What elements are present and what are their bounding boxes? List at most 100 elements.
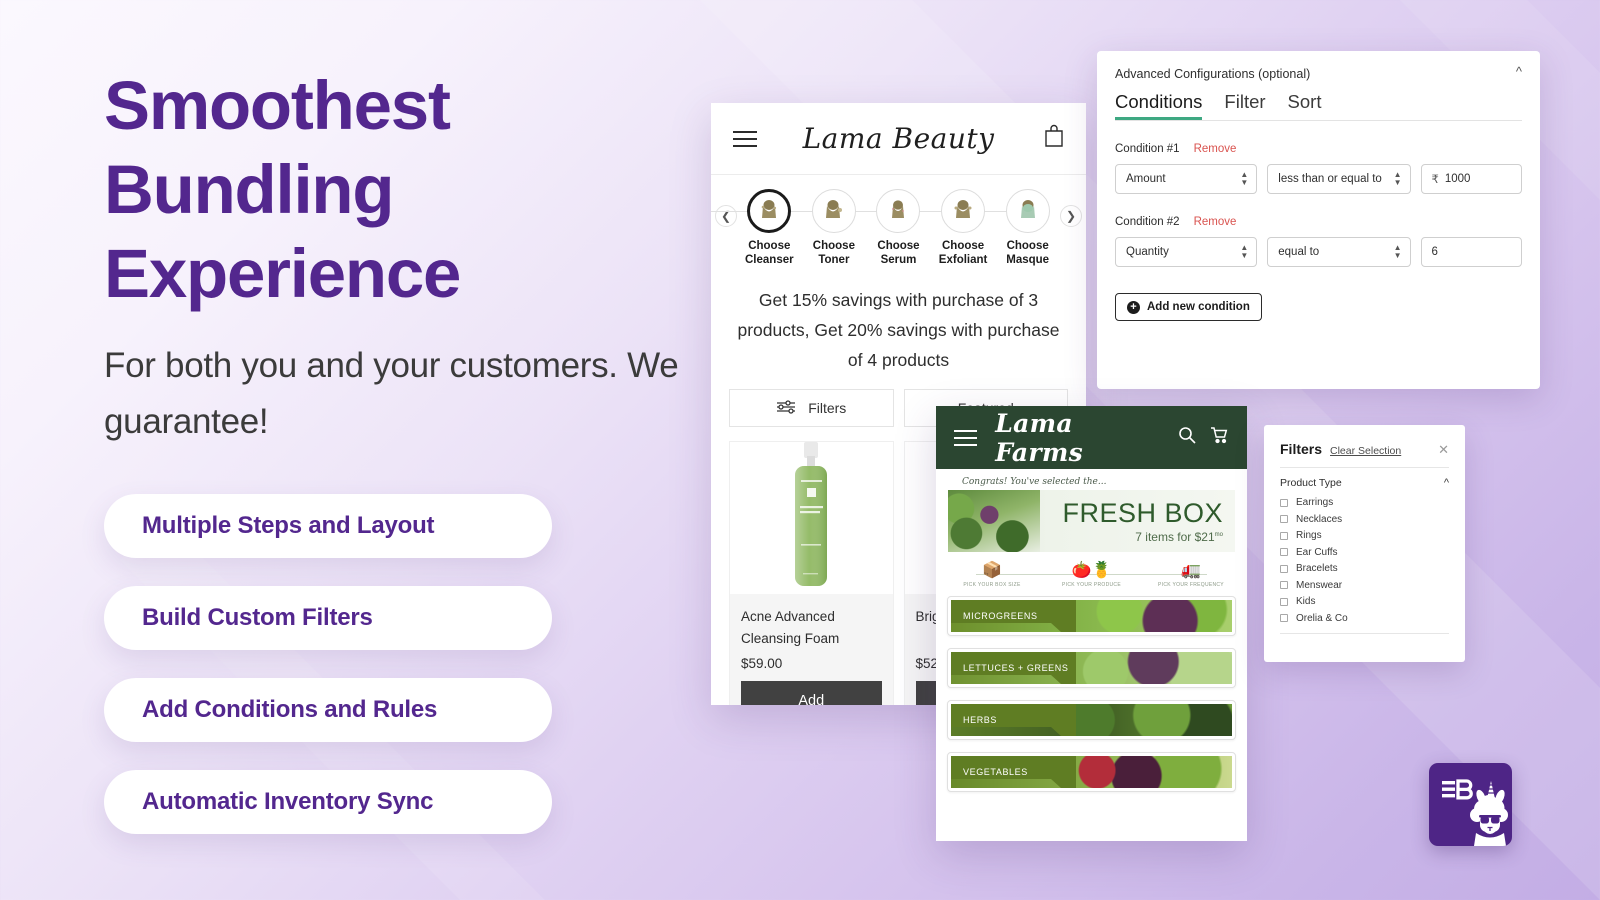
condition-label: Condition #1: [1115, 143, 1180, 155]
product-image: [730, 442, 893, 594]
pick-produce-step[interactable]: 🍅🍍 PICK YOUR PRODUCE: [1052, 562, 1132, 588]
filter-option-rings[interactable]: Rings: [1280, 530, 1449, 541]
checkbox[interactable]: [1280, 531, 1288, 540]
filter-option-bracelets[interactable]: Bracelets: [1280, 563, 1449, 574]
farms-store-header: Lama Farms: [936, 406, 1247, 469]
feature-pill-multiple-steps[interactable]: Multiple Steps and Layout: [104, 494, 552, 558]
hamburger-icon[interactable]: [954, 425, 978, 451]
step-choose-toner[interactable]: Choose Toner: [769, 189, 867, 267]
category-card-herbs[interactable]: HERBS: [947, 700, 1236, 740]
step-choose-exfoliant[interactable]: Choose Exfoliant: [898, 189, 996, 267]
feature-pill-custom-filters[interactable]: Build Custom Filters: [104, 586, 552, 650]
condition-header: Condition #1 Remove: [1115, 143, 1522, 155]
chevron-up-icon[interactable]: ^: [1516, 65, 1522, 78]
sliders-icon: [776, 399, 796, 418]
advanced-configurations-panel: Advanced Configurations (optional) ^ Con…: [1097, 51, 1540, 389]
divider: [1280, 467, 1449, 468]
produce-icon: 🍅🍍: [1071, 562, 1112, 579]
filter-option-ear-cuffs[interactable]: Ear Cuffs: [1280, 547, 1449, 558]
feature-pill-conditions-rules[interactable]: Add Conditions and Rules: [104, 678, 552, 742]
category-card-lettuces-greens[interactable]: LETTUCES + GREENS: [947, 648, 1236, 688]
filter-option-label: Orelia & Co: [1296, 612, 1348, 624]
beauty-brand-logo: Lama Beauty: [802, 122, 995, 155]
congrats-text: Congrats! You've selected the...: [962, 477, 1107, 487]
filters-panel-title: Filters: [1280, 441, 1323, 457]
condition-operator-select[interactable]: less than or equal to ▲ ▼: [1267, 164, 1411, 194]
step-avatar-icon: [941, 189, 986, 233]
condition-operator-select[interactable]: equal to ▲ ▼: [1267, 237, 1411, 267]
tab-filter[interactable]: Filter: [1224, 91, 1265, 120]
filter-option-label: Rings: [1296, 530, 1322, 541]
condition-operator-value: equal to: [1278, 246, 1320, 258]
step-choose-serum[interactable]: Choose Serum: [833, 189, 931, 267]
fresh-box-subtitle: 7 items for $21mo: [1135, 529, 1223, 544]
eb-logo-badge[interactable]: [1429, 763, 1512, 846]
chevron-updown-icon: ▲ ▼: [1240, 243, 1249, 260]
step-avatar-icon: [1005, 189, 1050, 233]
checkbox[interactable]: [1280, 581, 1288, 589]
product-type-section-header[interactable]: Product Type ^: [1280, 477, 1449, 489]
add-new-condition-button[interactable]: + Add new condition: [1115, 293, 1262, 321]
llama-unicorn-icon: [1442, 779, 1508, 846]
filter-option-earrings[interactable]: Earrings: [1280, 497, 1449, 508]
filter-option-orelia-and-co[interactable]: Orelia & Co: [1280, 613, 1449, 624]
fresh-box-banner[interactable]: FRESH BOX 7 items for $21mo: [948, 490, 1235, 552]
tab-sort[interactable]: Sort: [1288, 91, 1322, 120]
checkbox[interactable]: [1280, 597, 1288, 606]
chevron-left-icon[interactable]: ❮: [715, 205, 737, 227]
checkbox[interactable]: [1280, 498, 1288, 507]
remove-condition-link[interactable]: Remove: [1194, 216, 1237, 228]
step-choose-cleanser[interactable]: Choose Cleanser: [711, 189, 802, 267]
add-to-bundle-button[interactable]: Add: [741, 681, 882, 705]
close-icon[interactable]: ✕: [1438, 443, 1449, 456]
feature-pill-list: Multiple Steps and Layout Build Custom F…: [104, 494, 704, 834]
step-choose-masque[interactable]: Choose Masque: [963, 189, 1060, 267]
chevron-updown-icon: ▲ ▼: [1393, 243, 1402, 260]
filter-option-kids[interactable]: Kids: [1280, 596, 1449, 607]
product-type-options: Earrings Necklaces Rings Ear Cuffs Brace…: [1280, 497, 1449, 624]
condition-value-input[interactable]: ₹ 1000: [1420, 164, 1522, 194]
farms-header-actions: [1178, 426, 1229, 449]
step-label: Choose Serum: [877, 240, 920, 266]
product-title: Acne Advanced Cleansing Foam: [741, 609, 840, 646]
beauty-store-header: Lama Beauty: [711, 103, 1086, 175]
feature-pill-inventory-sync[interactable]: Automatic Inventory Sync: [104, 770, 552, 834]
condition-field-select[interactable]: Quantity ▲ ▼: [1115, 237, 1258, 267]
farms-step-indicator: 📦 PICK YOUR BOX SIZE 🍅🍍 PICK YOUR PRODUC…: [936, 556, 1247, 590]
pick-frequency-step[interactable]: 🚛 PICK YOUR FREQUENCY: [1151, 562, 1231, 588]
filter-option-menswear[interactable]: Menswear: [1280, 580, 1449, 591]
remove-condition-link[interactable]: Remove: [1194, 143, 1237, 155]
shopping-bag-icon[interactable]: [1044, 124, 1064, 153]
condition-controls: Quantity ▲ ▼ equal to ▲ ▼ 6: [1115, 237, 1522, 267]
condition-controls: Amount ▲ ▼ less than or equal to ▲ ▼ ₹ 100…: [1115, 164, 1522, 194]
clear-selection-link[interactable]: Clear Selection: [1330, 445, 1401, 457]
category-card-vegetables[interactable]: VEGETABLES: [947, 752, 1236, 792]
chevron-up-icon[interactable]: ^: [1444, 477, 1449, 489]
category-card-microgreens[interactable]: MICROGREENS: [947, 596, 1236, 636]
headline-line-1: Smoothest: [104, 67, 451, 144]
condition-value-text: 6: [1431, 246, 1438, 258]
condition-header: Condition #2 Remove: [1115, 216, 1522, 228]
condition-field-select[interactable]: Amount ▲ ▼: [1115, 164, 1258, 194]
plus-circle-icon: +: [1127, 300, 1140, 314]
tab-conditions[interactable]: Conditions: [1115, 91, 1202, 120]
shopping-cart-icon[interactable]: [1210, 426, 1229, 449]
checkbox[interactable]: [1280, 564, 1288, 573]
search-icon[interactable]: [1178, 426, 1196, 449]
checkbox[interactable]: [1280, 548, 1288, 556]
headline-line-3: Experience: [104, 235, 461, 312]
filter-option-label: Kids: [1296, 596, 1316, 607]
condition-value-text: 1000: [1444, 173, 1471, 185]
product-card[interactable]: Acne Advanced Cleansing Foam $59.00 Add: [729, 441, 894, 705]
condition-value-input[interactable]: 6: [1420, 237, 1522, 267]
chevron-updown-icon: ▲ ▼: [1393, 170, 1402, 187]
checkbox[interactable]: [1280, 515, 1288, 523]
pick-box-size-step[interactable]: 📦 PICK YOUR BOX SIZE: [952, 562, 1032, 588]
checkbox[interactable]: [1280, 614, 1288, 622]
chevron-right-icon[interactable]: ❯: [1059, 205, 1082, 227]
hero-section: Smoothest Bundling Experience For both y…: [104, 64, 704, 862]
step-avatar-icon: [811, 189, 856, 233]
filter-option-necklaces[interactable]: Necklaces: [1280, 514, 1449, 525]
product-info: Acne Advanced Cleansing Foam $59.00 Add: [730, 594, 893, 705]
filters-button[interactable]: Filters: [729, 389, 894, 427]
